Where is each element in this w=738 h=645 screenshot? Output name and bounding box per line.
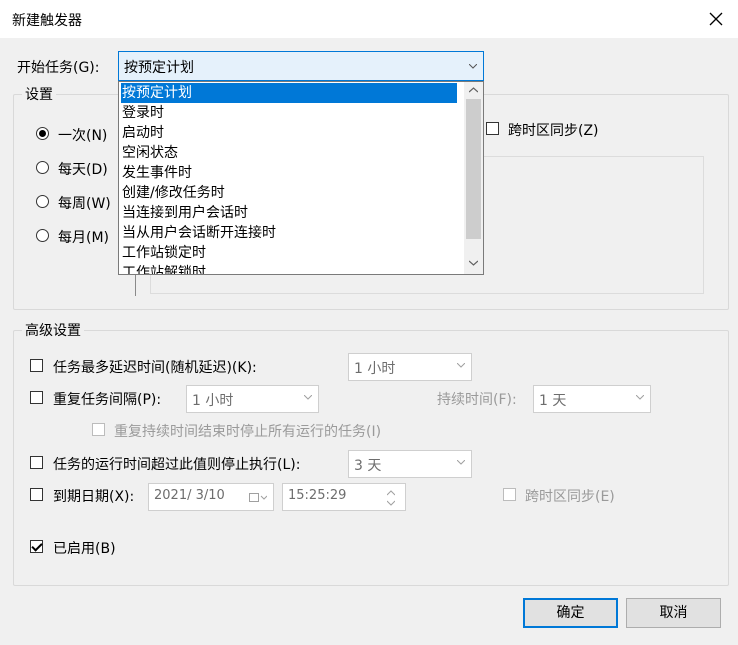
radio-daily-label: 每天(D) bbox=[58, 162, 108, 178]
advanced-group-label: 高级设置 bbox=[22, 320, 84, 340]
list-item[interactable]: 当从用户会话断开连接时 bbox=[121, 223, 276, 243]
window-title: 新建触发器 bbox=[12, 13, 82, 29]
settings-group-label: 设置 bbox=[22, 84, 56, 104]
chevron-down-icon bbox=[469, 64, 477, 69]
radio-weekly[interactable] bbox=[36, 195, 49, 208]
expire-time-value: 15:25:29 bbox=[288, 488, 347, 503]
scroll-thumb[interactable] bbox=[466, 99, 481, 239]
expire-label: 到期日期(X): bbox=[53, 489, 135, 505]
chevron-down-icon bbox=[457, 363, 465, 368]
stop-all-label: 重复持续时间结束时停止所有运行的任务(I) bbox=[114, 424, 382, 440]
ok-button[interactable]: 确定 bbox=[523, 598, 618, 628]
radio-monthly[interactable] bbox=[36, 229, 49, 242]
stop-if-value: 3 天 bbox=[354, 458, 382, 474]
cancel-button[interactable]: 取消 bbox=[626, 598, 721, 628]
calendar-icon bbox=[249, 493, 267, 502]
radio-weekly-label: 每周(W) bbox=[58, 196, 111, 212]
expire-date-value: 2021/ 3/10 bbox=[154, 488, 225, 503]
chevron-down-icon bbox=[457, 460, 465, 465]
enabled-checkbox[interactable] bbox=[30, 540, 43, 553]
spinner-icon[interactable] bbox=[387, 490, 395, 506]
list-item[interactable]: 工作站解锁时 bbox=[121, 263, 206, 274]
delay-label: 任务最多延迟时间(随机延迟)(K): bbox=[53, 360, 257, 376]
stop-if-checkbox[interactable] bbox=[30, 456, 43, 469]
stop-if-label: 任务的运行时间超过此值则停止执行(L): bbox=[53, 457, 301, 473]
duration-value: 1 天 bbox=[539, 393, 567, 409]
stop-all-checkbox[interactable] bbox=[92, 423, 105, 436]
delay-checkbox[interactable] bbox=[30, 359, 43, 372]
title-bar bbox=[0, 0, 738, 38]
list-item[interactable]: 当连接到用户会话时 bbox=[121, 203, 248, 223]
list-item[interactable]: 启动时 bbox=[121, 123, 164, 143]
chevron-down-icon bbox=[636, 395, 644, 400]
expire-checkbox[interactable] bbox=[30, 488, 43, 501]
expire-sync-tz-checkbox[interactable] bbox=[503, 488, 516, 501]
list-item[interactable]: 工作站锁定时 bbox=[121, 243, 206, 263]
delay-combo[interactable]: 1 小时 bbox=[348, 353, 472, 381]
start-task-dropdown-list[interactable]: 按预定计划 登录时 启动时 空闲状态 发生事件时 创建/修改任务时 当连接到用户… bbox=[118, 81, 484, 275]
list-item[interactable]: 空闲状态 bbox=[121, 143, 178, 163]
delay-value: 1 小时 bbox=[354, 361, 396, 377]
radio-monthly-label: 每月(M) bbox=[58, 230, 110, 246]
expire-time-picker[interactable]: 15:25:29 bbox=[282, 483, 406, 511]
start-task-label: 开始任务(G): bbox=[17, 60, 100, 76]
radio-daily[interactable] bbox=[36, 161, 49, 174]
close-icon[interactable] bbox=[706, 9, 726, 29]
duration-combo[interactable]: 1 天 bbox=[533, 385, 651, 413]
dropdown-scrollbar[interactable] bbox=[464, 82, 483, 274]
list-item[interactable]: 发生事件时 bbox=[121, 163, 192, 183]
start-task-combo[interactable]: 按预定计划 bbox=[118, 51, 484, 81]
scroll-up-icon[interactable] bbox=[469, 87, 478, 93]
radio-once-label: 一次(N) bbox=[58, 128, 108, 144]
duration-label: 持续时间(F): bbox=[437, 392, 517, 408]
radio-once[interactable] bbox=[36, 127, 49, 140]
repeat-checkbox[interactable] bbox=[30, 391, 43, 404]
repeat-label: 重复任务间隔(P): bbox=[53, 392, 162, 408]
expire-sync-tz-label: 跨时区同步(E) bbox=[525, 489, 615, 505]
list-item[interactable]: 创建/修改任务时 bbox=[121, 183, 225, 203]
start-task-value: 按预定计划 bbox=[124, 60, 194, 76]
chevron-down-icon bbox=[304, 395, 312, 400]
repeat-combo[interactable]: 1 小时 bbox=[186, 385, 319, 413]
list-item[interactable]: 按预定计划 bbox=[121, 83, 457, 103]
sync-tz-label: 跨时区同步(Z) bbox=[508, 123, 599, 139]
stop-if-combo[interactable]: 3 天 bbox=[348, 450, 472, 478]
enabled-label: 已启用(B) bbox=[53, 541, 116, 557]
list-item[interactable]: 登录时 bbox=[121, 103, 164, 123]
scroll-down-icon[interactable] bbox=[469, 260, 478, 266]
sync-tz-checkbox[interactable] bbox=[486, 122, 499, 135]
repeat-value: 1 小时 bbox=[192, 393, 234, 409]
expire-date-picker[interactable]: 2021/ 3/10 bbox=[148, 483, 274, 511]
